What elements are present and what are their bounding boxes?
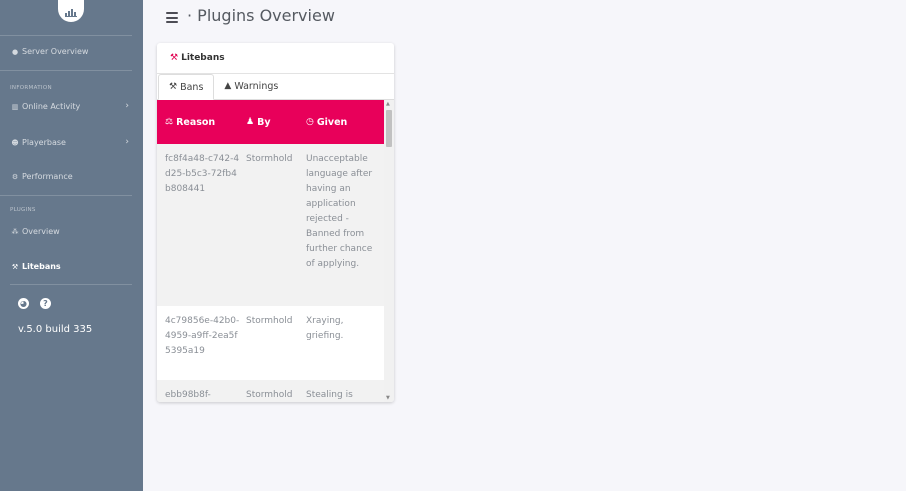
cell-by: Stormhold bbox=[246, 316, 293, 326]
bar-chart-logo-icon[interactable] bbox=[58, 0, 84, 22]
balance-scale-icon: ⚖ bbox=[165, 117, 174, 127]
card-header: ⚒ Litebans bbox=[157, 43, 394, 74]
section-heading-information: INFORMATION bbox=[10, 85, 52, 91]
table-row: 4c79856e-42b0-4959-a9ff-2ea5f5395a19 Sto… bbox=[157, 306, 394, 380]
sidebar-item-performance[interactable]: ⚙ Performance bbox=[11, 172, 73, 181]
page-title: · Plugins Overview bbox=[187, 6, 335, 25]
circle-icon: ● bbox=[11, 47, 19, 56]
gavel-icon: ⚒ bbox=[11, 262, 19, 271]
litebans-card: ⚒ Litebans ⚒ Bans ▲ Warnings ⚖ Reason ♟ … bbox=[157, 43, 394, 402]
section-heading-plugins: PLUGINS bbox=[10, 207, 36, 213]
table-header: ⚖ Reason ♟ By ◷ Given bbox=[157, 100, 394, 144]
sidebar-divider bbox=[0, 35, 132, 36]
cogs-icon: ⚙ bbox=[11, 172, 19, 181]
sidebar-item-label: Overview bbox=[22, 227, 60, 236]
column-header-by[interactable]: ♟ By bbox=[246, 117, 306, 128]
scrollbar-thumb[interactable] bbox=[386, 110, 392, 147]
cell-by: Stormhold bbox=[246, 390, 293, 400]
users-icon: ☻ bbox=[11, 138, 19, 147]
chevron-right-icon[interactable]: › bbox=[125, 101, 129, 111]
cell-given: Xraying, griefing. bbox=[306, 316, 344, 341]
column-header-label: Given bbox=[316, 116, 348, 128]
sidebar-item-label: Online Activity bbox=[22, 102, 81, 111]
cell-reason: fc8f4a48-c742-4d25-b5c3-72fb4b808441 bbox=[165, 154, 240, 194]
tab-warnings[interactable]: ▲ Warnings bbox=[214, 73, 288, 99]
column-header-label: By bbox=[257, 116, 271, 128]
sidebar: ● Server Overview INFORMATION ▥ Online A… bbox=[0, 0, 143, 491]
sidebar-item-online-activity[interactable]: ▥ Online Activity bbox=[11, 102, 81, 111]
clock-icon: ◷ bbox=[306, 117, 314, 127]
scroll-down-icon[interactable]: ▼ bbox=[386, 395, 390, 401]
bans-table: ⚖ Reason ♟ By ◷ Given fc8f4a48-c742-4d25… bbox=[157, 100, 394, 402]
gavel-icon: ⚒ bbox=[170, 53, 179, 63]
cell-by: Stormhold bbox=[246, 154, 293, 164]
sidebar-divider bbox=[10, 284, 132, 285]
table-scrollbar[interactable]: ▲ ▼ bbox=[384, 100, 394, 402]
question-icon[interactable]: ? bbox=[40, 298, 51, 309]
tab-bans[interactable]: ⚒ Bans bbox=[158, 74, 215, 100]
table-row: ebb98b8f- Stormhold Stealing is bbox=[157, 380, 394, 402]
gavel-icon: ⚒ bbox=[169, 82, 178, 92]
bar-chart-icon: ▥ bbox=[11, 102, 19, 111]
card-title: Litebans bbox=[181, 53, 225, 63]
tab-label: Warnings bbox=[234, 80, 279, 92]
tab-label: Bans bbox=[180, 81, 204, 93]
chevron-right-icon[interactable]: › bbox=[125, 137, 129, 147]
sidebar-item-litebans[interactable]: ⚒ Litebans bbox=[11, 262, 61, 271]
sidebar-item-label: Performance bbox=[22, 172, 73, 181]
cell-given: Stealing is bbox=[306, 390, 353, 400]
sidebar-item-label: Litebans bbox=[22, 262, 61, 271]
cell-given: Unacceptable language after having an ap… bbox=[306, 154, 373, 269]
version-text: v.5.0 build 335 bbox=[18, 324, 93, 335]
column-header-reason[interactable]: ⚖ Reason bbox=[157, 117, 246, 128]
sidebar-item-label: Server Overview bbox=[22, 47, 89, 56]
table-row: fc8f4a48-c742-4d25-b5c3-72fb4b808441 Sto… bbox=[157, 144, 394, 306]
sidebar-item-overview[interactable]: ⁂ Overview bbox=[11, 227, 60, 236]
palette-icon[interactable]: ◕ bbox=[18, 298, 29, 309]
sidebar-divider bbox=[0, 195, 132, 196]
tab-bar: ⚒ Bans ▲ Warnings bbox=[157, 74, 394, 100]
sidebar-divider bbox=[0, 70, 132, 71]
scroll-up-icon[interactable]: ▲ bbox=[386, 101, 390, 107]
sidebar-item-playerbase[interactable]: ☻ Playerbase bbox=[11, 138, 66, 147]
sidebar-item-server-overview[interactable]: ● Server Overview bbox=[11, 47, 89, 56]
cell-reason: ebb98b8f- bbox=[165, 390, 211, 400]
column-header-given[interactable]: ◷ Given bbox=[306, 117, 384, 128]
cubes-icon: ⁂ bbox=[11, 227, 19, 236]
column-header-label: Reason bbox=[176, 116, 216, 128]
cell-reason: 4c79856e-42b0-4959-a9ff-2ea5f5395a19 bbox=[165, 316, 240, 356]
sidebar-item-label: Playerbase bbox=[22, 138, 66, 147]
user-shield-icon: ♟ bbox=[246, 117, 255, 127]
hamburger-menu-icon[interactable] bbox=[166, 12, 178, 23]
warning-icon: ▲ bbox=[224, 81, 232, 91]
